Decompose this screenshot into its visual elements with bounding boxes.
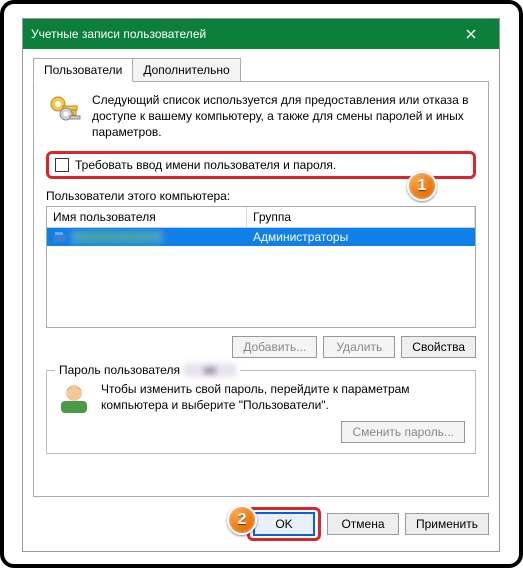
table-row[interactable]: user@mail.ru Администраторы — [47, 228, 475, 246]
keys-icon — [46, 92, 82, 128]
annotation-badge-1: 1 — [407, 171, 437, 201]
tab-panel: Следующий список используется для предос… — [33, 81, 489, 497]
require-credentials-checkbox[interactable] — [55, 158, 69, 172]
password-user-blurred: xx — [184, 363, 236, 377]
require-credentials-label: Требовать ввод имени пользователя и паро… — [75, 158, 336, 172]
users-list[interactable]: Имя пользователя Группа user@mail.ru Адм… — [46, 206, 476, 328]
ok-button-highlight: OK — [247, 507, 321, 541]
add-button: Добавить... — [232, 336, 317, 358]
properties-button[interactable]: Свойства — [401, 336, 476, 358]
ok-button[interactable]: OK — [253, 512, 315, 536]
password-groupbox: Пароль пользователя xx Чтобы изменить св… — [46, 370, 476, 454]
remove-button: Удалить — [323, 336, 395, 358]
user-accounts-dialog: Учетные записи пользователей Пользовател… — [22, 18, 500, 552]
password-text: Чтобы изменить свой пароль, перейдите к … — [101, 381, 465, 413]
annotation-badge-2: 2 — [227, 505, 257, 535]
tab-advanced[interactable]: Дополнительно — [133, 58, 240, 82]
close-icon — [466, 29, 476, 39]
titlebar: Учетные записи пользователей — [23, 19, 499, 49]
change-password-button: Сменить пароль... — [341, 421, 465, 443]
apply-button[interactable]: Применить — [405, 513, 489, 535]
user-group-cell: Администраторы — [247, 230, 475, 244]
intro-text: Следующий список используется для предос… — [92, 92, 476, 141]
list-header: Имя пользователя Группа — [47, 207, 475, 228]
user-name-blurred: user@mail.ru — [71, 230, 163, 244]
user-row-icon — [53, 231, 67, 243]
cancel-button[interactable]: Отмена — [327, 513, 399, 535]
tab-users[interactable]: Пользователи — [33, 58, 133, 82]
tab-strip: Пользователи Дополнительно — [33, 57, 489, 81]
close-button[interactable] — [451, 19, 491, 49]
col-group[interactable]: Группа — [247, 207, 475, 227]
window-title: Учетные записи пользователей — [31, 27, 451, 41]
user-avatar-icon — [57, 381, 91, 415]
password-group-label: Пароль пользователя — [59, 363, 180, 377]
col-username[interactable]: Имя пользователя — [47, 207, 247, 227]
